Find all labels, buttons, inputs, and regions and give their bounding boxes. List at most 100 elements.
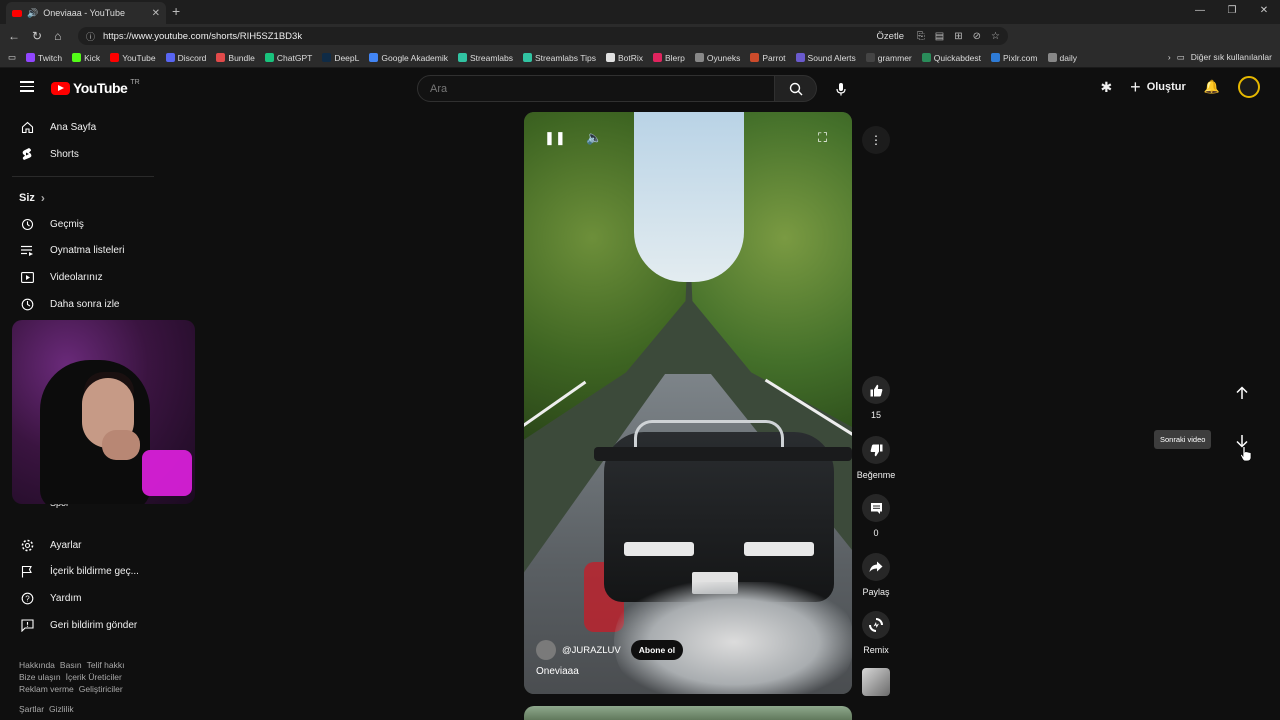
- sound-thumbnail[interactable]: [862, 668, 890, 696]
- bookmark-item[interactable]: grammer: [865, 53, 912, 63]
- maximize-icon[interactable]: ❐: [1216, 0, 1248, 24]
- sidebar-item-watch-later[interactable]: Daha sonra izle: [12, 291, 158, 317]
- minimize-icon[interactable]: —: [1184, 0, 1216, 24]
- bookmark-item[interactable]: Kick: [72, 53, 100, 63]
- create-button[interactable]: + Oluştur: [1130, 78, 1186, 96]
- new-tab-icon[interactable]: +: [172, 3, 180, 19]
- previous-video-button[interactable]: [1230, 381, 1254, 405]
- bookmark-label: DeepL: [334, 52, 360, 63]
- sidebar-you-header[interactable]: Siz ›: [19, 191, 45, 205]
- youtube-logo[interactable]: YouTube TR: [51, 79, 140, 96]
- url-field[interactable]: ⓘ https://www.youtube.com/shorts/RIH5SZ1…: [78, 27, 1008, 45]
- home-icon[interactable]: ⌂: [54, 29, 61, 43]
- reader-icon[interactable]: ▤: [935, 31, 944, 42]
- bookmark-item[interactable]: Parrot: [750, 53, 786, 63]
- tracking-icon[interactable]: ⊘: [973, 31, 981, 42]
- close-window-icon[interactable]: ✕: [1248, 0, 1280, 24]
- footer-link[interactable]: Gizlilik: [49, 704, 74, 714]
- bookmark-favicon-icon: [523, 53, 532, 62]
- share-button[interactable]: [862, 553, 890, 581]
- close-tab-icon[interactable]: ✕: [152, 8, 160, 19]
- share-icon: [869, 561, 883, 572]
- notifications-bell-icon[interactable]: 🔔: [1204, 79, 1220, 95]
- back-icon[interactable]: ←: [8, 29, 20, 43]
- sidebar-item-help[interactable]: ? Yardım: [12, 585, 158, 611]
- other-bookmarks-label: Diğer sık kullanılanlar: [1190, 52, 1272, 62]
- bookmark-item[interactable]: Quickabdest: [921, 52, 982, 63]
- bookmark-item[interactable]: Bundle: [216, 53, 255, 63]
- footer-link[interactable]: Bize ulaşın: [19, 672, 61, 682]
- sidebar-item-shorts[interactable]: Shorts: [12, 141, 158, 167]
- footer-link[interactable]: İçerik Üreticiler: [66, 672, 122, 682]
- bookmark-item[interactable]: Twitch: [26, 53, 62, 63]
- bookmark-item[interactable]: Pixlr.com: [991, 53, 1038, 63]
- voice-search-button[interactable]: [829, 77, 853, 101]
- remix-action: Remix: [856, 611, 896, 655]
- bookmark-item[interactable]: daily: [1047, 53, 1077, 63]
- short-title[interactable]: Oneviaaa: [536, 666, 579, 677]
- bookmark-item[interactable]: Oyuneks: [694, 53, 740, 63]
- sidebar-item-report[interactable]: İçerik bildirme geç...: [12, 558, 158, 584]
- browser-tab[interactable]: 🔊 Oneviaaa - YouTube ✕: [6, 2, 166, 24]
- webcam-light: [142, 450, 192, 496]
- channel-name[interactable]: @JURAZLUV: [562, 645, 621, 656]
- sidebar-item-home[interactable]: Ana Sayfa: [12, 114, 158, 140]
- footer-link[interactable]: Hakkında: [19, 660, 55, 670]
- footer-link[interactable]: Reklam verme: [19, 684, 74, 694]
- pause-icon[interactable]: ❚❚: [544, 130, 566, 146]
- bookmark-item[interactable]: Blerp: [653, 53, 685, 63]
- your-videos-icon: [20, 270, 34, 284]
- volume-icon[interactable]: 🔈: [586, 130, 602, 146]
- bookmark-menu-icon[interactable]: ▭: [8, 52, 16, 63]
- bookmark-label: Quickabdest: [933, 52, 982, 63]
- youtube-masthead: YouTube TR ✱ + Oluştur 🔔: [0, 68, 1280, 110]
- translate-icon[interactable]: ⎘: [917, 31, 925, 42]
- footer-link[interactable]: Şartlar: [19, 704, 44, 714]
- favorite-star-icon[interactable]: ☆: [991, 31, 1000, 42]
- dislike-button[interactable]: [862, 436, 890, 464]
- site-info-icon[interactable]: ⓘ: [86, 30, 95, 43]
- channel-avatar[interactable]: [536, 640, 556, 660]
- next-short-preview[interactable]: [524, 706, 852, 720]
- account-avatar[interactable]: [1238, 76, 1260, 98]
- speaker-icon[interactable]: 🔊: [27, 8, 38, 19]
- bookmark-item[interactable]: ChatGPT: [264, 53, 312, 63]
- sidebar-item-label: Shorts: [50, 148, 79, 160]
- bookmark-item[interactable]: YouTube: [110, 53, 156, 63]
- like-button[interactable]: [862, 376, 890, 404]
- bookmark-item[interactable]: Sound Alerts: [795, 53, 856, 63]
- comments-button[interactable]: [862, 494, 890, 522]
- apps-icon[interactable]: ⊞: [954, 31, 962, 42]
- bookmark-item[interactable]: Google Akademik: [369, 53, 448, 63]
- search-button[interactable]: [775, 75, 817, 102]
- logo-wordmark: YouTube: [73, 80, 128, 96]
- summary-label[interactable]: Özetle: [877, 31, 904, 42]
- footer-link[interactable]: Telif hakkı: [87, 660, 125, 670]
- sidebar-item-playlists[interactable]: Oynatma listeleri: [12, 237, 158, 263]
- sidebar-item-label: İçerik bildirme geç...: [50, 565, 139, 577]
- bookmark-item[interactable]: Discord: [165, 53, 206, 63]
- search-input[interactable]: [418, 76, 774, 101]
- home-icon: [20, 120, 34, 134]
- studio-icon[interactable]: ✱: [1100, 79, 1112, 96]
- footer-link[interactable]: Geliştiriciler: [79, 684, 123, 694]
- shorts-player[interactable]: ❚❚ 🔈 ⛶ @JURAZLUV Abone ol Oneviaaa: [524, 112, 852, 694]
- bookmark-item[interactable]: Streamlabs: [458, 53, 513, 63]
- menu-icon[interactable]: [20, 81, 34, 92]
- reload-icon[interactable]: ↻: [32, 29, 42, 43]
- remix-label: Remix: [863, 645, 889, 655]
- sidebar-item-feedback[interactable]: Geri bildirim gönder: [12, 612, 158, 638]
- sidebar-item-settings[interactable]: Ayarlar: [12, 532, 158, 558]
- bookmark-item[interactable]: Streamlabs Tips: [523, 53, 596, 63]
- subscribe-button[interactable]: Abone ol: [630, 640, 684, 660]
- more-options-icon[interactable]: ⋮: [862, 126, 890, 154]
- other-bookmarks[interactable]: › ▭ Diğer sık kullanılanlar: [1168, 52, 1272, 63]
- footer-link[interactable]: Basın: [60, 660, 82, 670]
- bookmark-item[interactable]: DeepL: [322, 53, 359, 63]
- sidebar-item-history[interactable]: Geçmiş: [12, 211, 158, 237]
- bookmark-item[interactable]: BotRix: [605, 53, 643, 63]
- sidebar-item-your-videos[interactable]: Videolarınız: [12, 264, 158, 290]
- bookmark-label: Blerp: [665, 52, 685, 63]
- fullscreen-icon[interactable]: ⛶: [818, 130, 827, 146]
- remix-button[interactable]: [862, 611, 890, 639]
